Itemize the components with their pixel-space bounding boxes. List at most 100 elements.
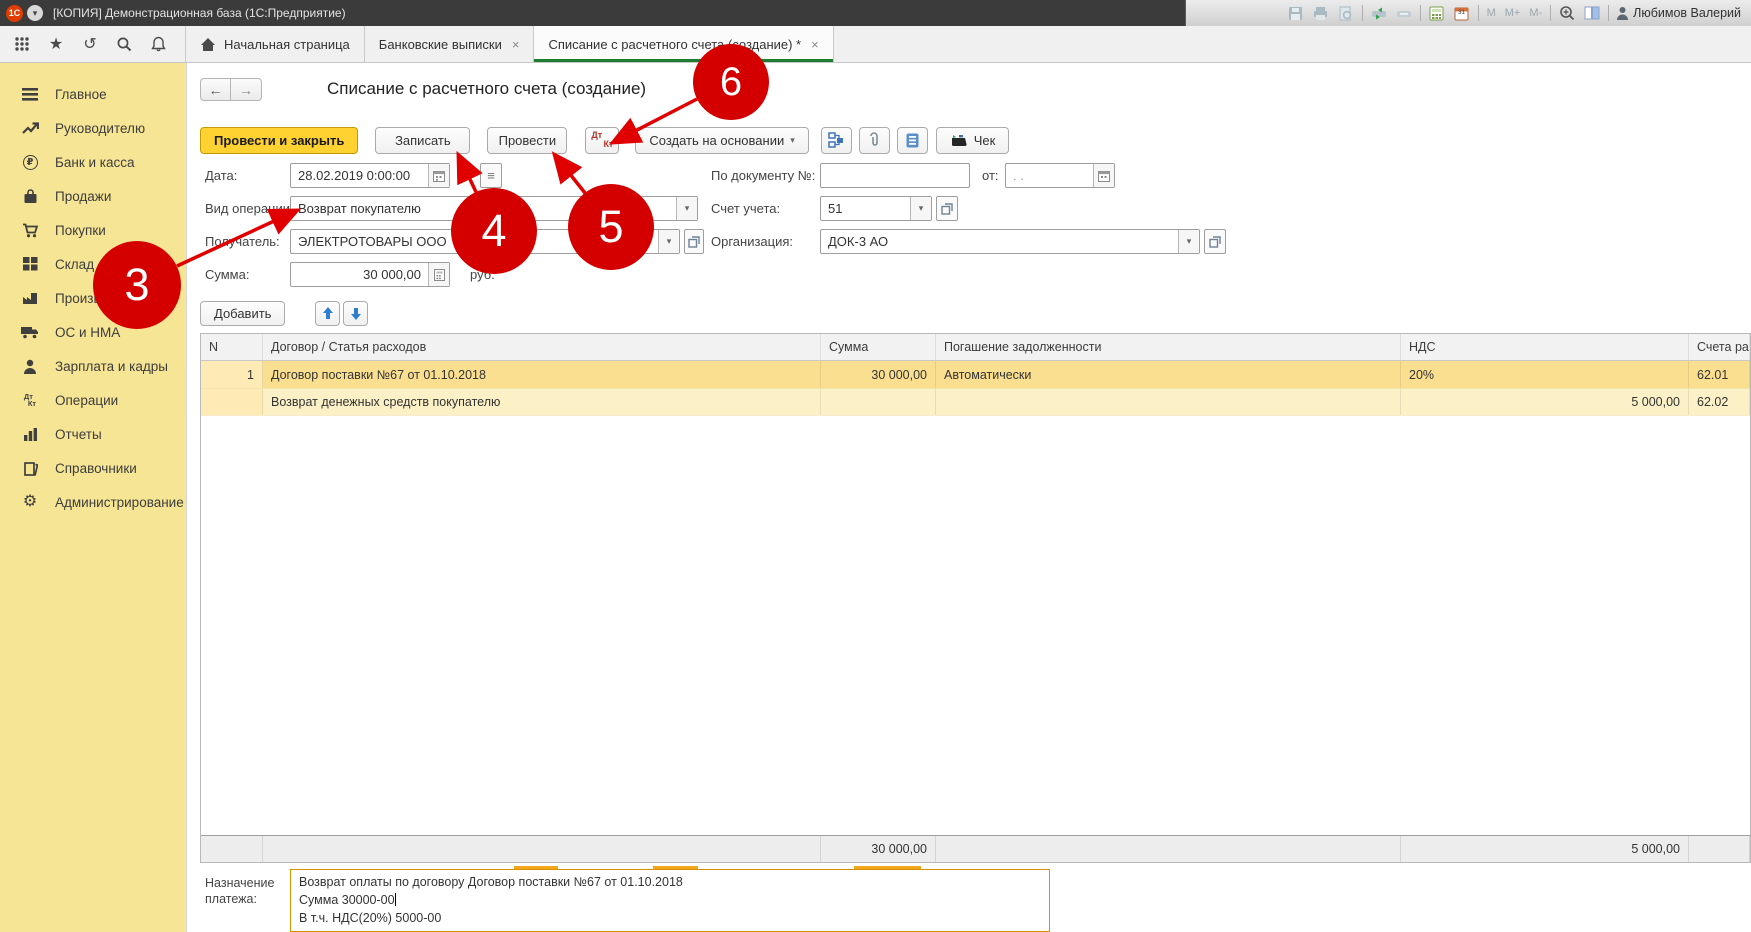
cell-accounts[interactable]: 62.01 <box>1689 361 1750 388</box>
sidebar-item-operations[interactable]: ДтКтОперации <box>0 383 186 417</box>
cell-accounts[interactable]: 62.02 <box>1689 389 1750 415</box>
search-icon[interactable] <box>114 34 134 54</box>
sidebar-item-bank-cash[interactable]: ₽Банк и касса <box>0 145 186 179</box>
create-on-basis-button[interactable]: Создать на основании ▾ <box>635 127 808 154</box>
link-icon[interactable] <box>1395 4 1413 22</box>
calculator-icon[interactable] <box>1428 4 1446 22</box>
tab-write-off-active[interactable]: Списание с расчетного счета (создание) *… <box>534 26 833 62</box>
all-functions-grid-icon[interactable] <box>12 34 32 54</box>
history-list-button[interactable]: ≡ <box>480 163 502 188</box>
home-icon <box>200 37 216 52</box>
tab-home-label: Начальная страница <box>224 37 350 52</box>
open-account-button[interactable] <box>936 196 958 221</box>
sidebar-item-references[interactable]: Справочники <box>0 451 186 485</box>
operation-type-select[interactable]: Возврат покупателю ▾ <box>290 196 698 221</box>
open-payee-button[interactable] <box>684 229 704 254</box>
save-icon[interactable] <box>1287 4 1305 22</box>
create-on-basis-label: Создать на основании <box>649 133 784 148</box>
amount-input[interactable]: 30 000,00 <box>290 262 450 287</box>
date-input[interactable]: 28.02.2019 0:00:00 <box>290 163 450 188</box>
col-accounts[interactable]: Счета рас <box>1689 334 1750 360</box>
sidebar-item-fixed-assets[interactable]: ОС и НМА <box>0 315 186 349</box>
cell-repayment[interactable] <box>936 389 1401 415</box>
sync-link-icon[interactable] <box>1370 4 1388 22</box>
move-row-down-button[interactable] <box>343 301 368 326</box>
cell-n[interactable] <box>201 389 263 415</box>
chevron-down-icon[interactable]: ▾ <box>910 197 931 220</box>
cell-contract[interactable]: Возврат денежных средств покупателю <box>263 389 821 415</box>
table-totals-row: 30 000,00 5 000,00 <box>201 835 1750 862</box>
zoom-icon[interactable] <box>1558 4 1576 22</box>
sidebar-item-salary-hr[interactable]: Зарплата и кадры <box>0 349 186 383</box>
sidebar-item-reports[interactable]: Отчеты <box>0 417 186 451</box>
sidebar-item-warehouse[interactable]: Склад <box>0 247 186 281</box>
sidebar-item-sales[interactable]: Продажи <box>0 179 186 213</box>
memory-m-button[interactable]: M <box>1486 7 1497 19</box>
add-row-button[interactable]: Добавить <box>200 301 285 326</box>
account-select[interactable]: 51 ▾ <box>820 196 932 221</box>
doc-number-input[interactable] <box>820 163 970 188</box>
print-icon[interactable] <box>1312 4 1330 22</box>
cell-vat[interactable]: 5 000,00 <box>1401 389 1689 415</box>
calculator-picker-icon[interactable] <box>428 263 449 286</box>
col-amount[interactable]: Сумма <box>821 334 936 360</box>
cell-n[interactable]: 1 <box>201 361 263 388</box>
organization-select[interactable]: ДОК-3 АО ▾ <box>820 229 1200 254</box>
open-organization-button[interactable] <box>1204 229 1226 254</box>
calendar-picker-icon[interactable] <box>1093 164 1114 187</box>
dt-kt-postings-button[interactable]: Дт Кт <box>585 127 619 154</box>
tab-bank-statements[interactable]: Банковские выписки × <box>365 26 535 62</box>
calendar-icon[interactable]: 31 <box>1453 4 1471 22</box>
col-contract[interactable]: Договор / Статья расходов <box>263 334 821 360</box>
chevron-down-icon[interactable]: ▾ <box>658 230 679 253</box>
col-vat[interactable]: НДС <box>1401 334 1689 360</box>
cell-amount[interactable]: 30 000,00 <box>821 361 936 388</box>
table-row[interactable]: Возврат денежных средств покупателю 5 00… <box>201 389 1750 416</box>
related-documents-button[interactable] <box>821 127 852 154</box>
amount-label: Сумма: <box>205 267 249 282</box>
move-row-up-button[interactable] <box>315 301 340 326</box>
favorites-star-icon[interactable]: ★ <box>46 34 66 54</box>
cell-repayment[interactable]: Автоматически <box>936 361 1401 388</box>
sidebar-label: Операции <box>55 393 118 408</box>
chevron-down-icon[interactable]: ▾ <box>1178 230 1199 253</box>
sidebar-item-administration[interactable]: ⚙Администрирование <box>0 485 186 519</box>
cell-contract[interactable]: Договор поставки №67 от 01.10.2018 <box>263 361 821 388</box>
post-and-close-button[interactable]: Провести и закрыть <box>200 127 358 154</box>
memory-m-plus-button[interactable]: M+ <box>1504 7 1522 19</box>
doc-date-input[interactable]: . . <box>1005 163 1115 188</box>
forward-button[interactable]: → <box>231 78 262 101</box>
tab-close-icon[interactable]: × <box>811 37 819 52</box>
col-repayment[interactable]: Погашение задолженности <box>936 334 1401 360</box>
cheque-button[interactable]: Чек <box>936 127 1010 154</box>
current-user[interactable]: Любимов Валерий <box>1616 6 1741 20</box>
chevron-down-icon[interactable]: ▾ <box>676 197 697 220</box>
sidebar-item-main[interactable]: Главное <box>0 77 186 111</box>
sidebar-item-purchases[interactable]: Покупки <box>0 213 186 247</box>
sidebar-item-manager[interactable]: Руководителю <box>0 111 186 145</box>
sidebar-item-production[interactable]: Производство <box>0 281 186 315</box>
report-button[interactable] <box>897 127 928 154</box>
bag-icon <box>18 189 42 204</box>
doc-number-label: По документу №: <box>711 168 815 183</box>
history-icon[interactable]: ↺ <box>80 34 100 54</box>
calendar-picker-icon[interactable] <box>428 164 449 187</box>
cell-vat[interactable]: 20% <box>1401 361 1689 388</box>
cell-amount[interactable] <box>821 389 936 415</box>
back-button[interactable]: ← <box>200 78 231 101</box>
col-n[interactable]: N <box>201 334 263 360</box>
table-row[interactable]: 1 Договор поставки №67 от 01.10.2018 30 … <box>201 361 1750 389</box>
post-button[interactable]: Провести <box>487 127 567 154</box>
write-button[interactable]: Записать <box>375 127 470 154</box>
app-menu-caret-icon[interactable]: ▾ <box>27 5 43 21</box>
split-window-icon[interactable] <box>1583 4 1601 22</box>
payee-select[interactable]: ЭЛЕКТРОТОВАРЫ ООО ▾ <box>290 229 680 254</box>
gear-icon: ⚙ <box>18 494 42 510</box>
notifications-bell-icon[interactable] <box>148 34 168 54</box>
attachments-button[interactable] <box>859 127 890 154</box>
payment-purpose-textarea[interactable]: Возврат оплаты по договору Договор поста… <box>290 869 1050 932</box>
memory-m-minus-button[interactable]: M- <box>1528 7 1543 19</box>
tab-home[interactable]: Начальная страница <box>186 26 365 62</box>
print-preview-icon[interactable] <box>1337 4 1355 22</box>
tab-close-icon[interactable]: × <box>512 37 520 52</box>
